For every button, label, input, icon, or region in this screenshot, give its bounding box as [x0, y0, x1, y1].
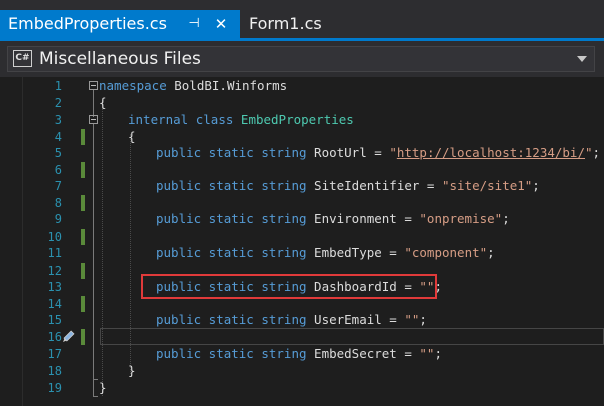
fold-end — [93, 396, 98, 397]
code-line-3: internal class EmbedProperties — [128, 112, 354, 127]
line-number: 5 — [54, 146, 62, 160]
tab-form1[interactable]: Form1.cs — [240, 10, 322, 38]
change-marker — [81, 129, 85, 145]
code-line-4: { — [128, 129, 136, 144]
document-tab-strip: EmbedProperties.cs ⊣ ✕ Form1.cs — [0, 0, 604, 38]
close-icon[interactable]: ✕ — [214, 10, 228, 38]
navigation-bar: C# Miscellaneous Files — [0, 41, 604, 77]
pin-icon[interactable]: ⊣ — [187, 10, 201, 38]
current-line-highlight — [100, 328, 604, 345]
line-number: 14 — [47, 297, 62, 311]
line-number: 3 — [54, 113, 62, 127]
chevron-down-icon[interactable] — [577, 56, 587, 62]
collapse-class-icon[interactable] — [89, 115, 98, 124]
code-line-2: { — [99, 95, 107, 110]
change-marker — [81, 296, 85, 312]
tab-embedproperties[interactable]: EmbedProperties.cs ⊣ ✕ — [0, 10, 240, 38]
line-number: 7 — [54, 179, 62, 193]
fold-line — [93, 124, 94, 396]
line-number: 2 — [54, 96, 62, 110]
tab-label: Form1.cs — [249, 14, 322, 33]
project-dropdown[interactable]: C# Miscellaneous Files — [7, 46, 595, 72]
code-line-9: public static string Environment = "onpr… — [156, 211, 510, 226]
change-marker — [81, 263, 85, 279]
line-number: 11 — [47, 246, 62, 260]
line-number: 8 — [54, 196, 62, 210]
line-number: 12 — [47, 264, 62, 278]
code-line-5: public static string RootUrl = "http://l… — [156, 145, 601, 160]
rooturl-link[interactable]: http://localhost:1234/bi/ — [397, 145, 585, 160]
code-line-19: } — [99, 380, 107, 395]
code-line-18: } — [128, 363, 136, 378]
line-number: 13 — [47, 280, 62, 294]
fold-line — [93, 90, 94, 117]
collapse-namespace-icon[interactable] — [89, 81, 98, 90]
change-marker — [81, 162, 85, 178]
fold-end — [93, 379, 98, 380]
edit-pencil-icon[interactable] — [61, 328, 77, 344]
line-number: 10 — [47, 230, 62, 244]
csharp-file-icon: C# — [13, 50, 32, 67]
code-line-15: public static string UserEmail = ""; — [156, 312, 427, 327]
code-line-11: public static string EmbedType = "compon… — [156, 245, 495, 260]
line-number: 16 — [47, 330, 62, 344]
line-number: 17 — [47, 347, 62, 361]
change-marker — [81, 329, 85, 345]
tab-label: EmbedProperties.cs — [8, 14, 167, 33]
line-number: 6 — [54, 163, 62, 177]
code-line-1: namespace BoldBI.Winforms — [99, 78, 288, 93]
line-number: 4 — [54, 130, 62, 144]
code-line-17: public static string EmbedSecret = ""; — [156, 346, 442, 361]
line-number: 9 — [54, 212, 62, 226]
project-dropdown-label: Miscellaneous Files — [39, 49, 201, 69]
line-number: 1 — [54, 79, 62, 93]
line-number: 15 — [47, 313, 62, 327]
code-editor[interactable]: 1 2 3 4 5 6 7 8 9 10 11 12 13 14 15 16 17 18 19 namespace … — [0, 77, 604, 406]
indicator-margin — [0, 77, 23, 406]
dashboardid-highlight-box — [141, 274, 437, 299]
line-number: 18 — [47, 364, 62, 378]
code-line-7: public static string SiteIdentifier = "s… — [156, 178, 540, 193]
line-number: 19 — [47, 381, 62, 395]
indent-guide — [102, 100, 103, 396]
change-marker — [81, 229, 85, 245]
change-marker — [81, 195, 85, 211]
